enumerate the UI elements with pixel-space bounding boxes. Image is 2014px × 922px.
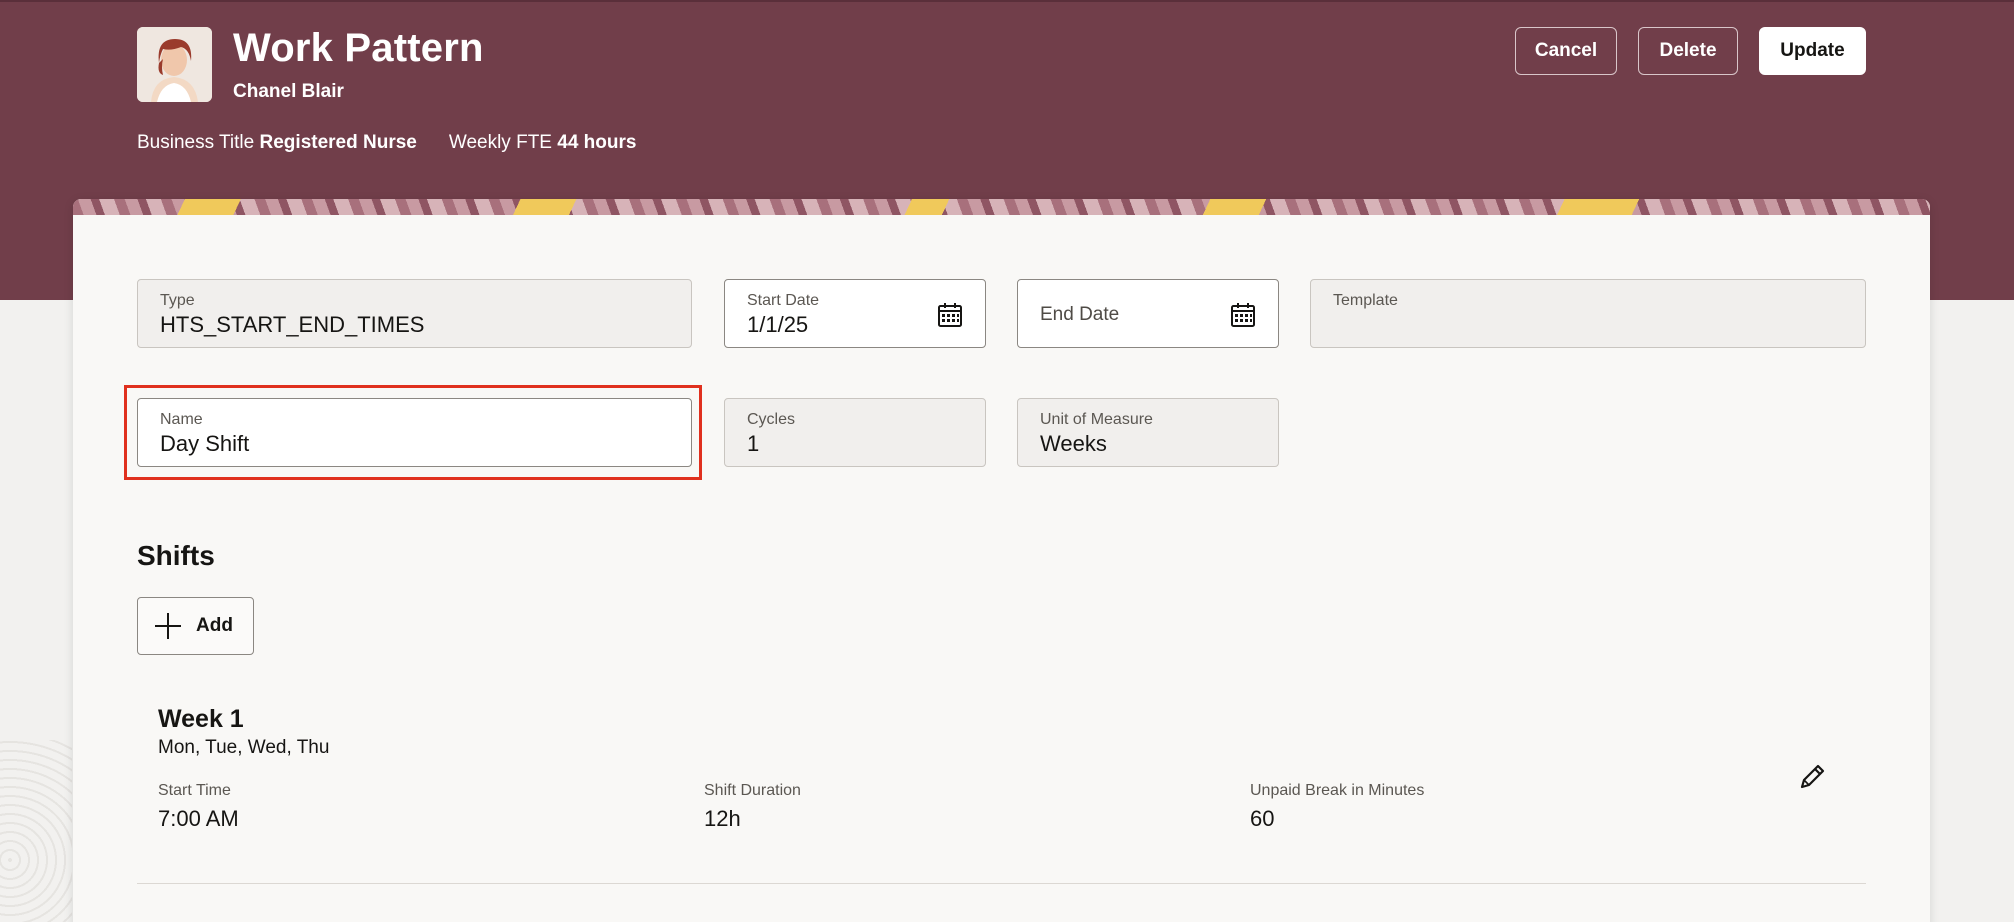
type-label: Type (160, 292, 195, 309)
person-meta: Business Title Registered Nurse Weekly F… (137, 132, 636, 154)
name-value[interactable]: Day Shift (160, 431, 249, 457)
background-decoration (0, 740, 72, 922)
business-title: Business Title Registered Nurse (137, 132, 417, 154)
section-divider (137, 883, 1866, 884)
cycles-label: Cycles (747, 411, 796, 428)
unit-of-measure-value: Weeks (1040, 431, 1107, 456)
delete-button[interactable]: Delete (1638, 27, 1738, 75)
end-date-field[interactable]: End Date (1017, 279, 1279, 348)
weekly-fte-value: 44 hours (557, 132, 637, 153)
page-title: Work Pattern (233, 26, 484, 70)
week-days: Mon, Tue, Wed, Thu (158, 737, 330, 758)
unpaid-break: Unpaid Break in Minutes 60 (1250, 782, 1424, 832)
avatar (137, 27, 212, 102)
business-title-label: Business Title (137, 132, 255, 153)
card-banner (73, 199, 1930, 215)
add-shift-button[interactable]: Add (137, 597, 254, 655)
cycles-field: Cycles 1 (724, 398, 986, 467)
start-time-label: Start Time (158, 782, 231, 799)
avatar-portrait-icon (137, 27, 212, 102)
add-label: Add (196, 615, 233, 636)
person-name: Chanel Blair (233, 81, 344, 102)
week-title: Week 1 (158, 705, 244, 733)
business-title-value: Registered Nurse (259, 132, 417, 153)
unpaid-break-label: Unpaid Break in Minutes (1250, 782, 1425, 799)
calendar-icon[interactable] (937, 302, 963, 328)
cancel-button[interactable]: Cancel (1515, 27, 1617, 75)
template-label: Template (1333, 292, 1398, 309)
unit-of-measure-label: Unit of Measure (1040, 411, 1153, 428)
shifts-title: Shifts (137, 540, 215, 571)
calendar-icon[interactable] (1230, 302, 1256, 328)
weekly-fte-label: Weekly FTE (448, 132, 552, 153)
top-border (0, 0, 2014, 2)
start-time: Start Time 7:00 AM (158, 782, 239, 832)
start-date-field[interactable]: Start Date 1/1/25 (724, 279, 986, 348)
update-button[interactable]: Update (1759, 27, 1866, 75)
shift-duration-label: Shift Duration (704, 782, 801, 799)
name-field[interactable]: Name Day Shift (137, 398, 692, 467)
weekly-fte: Weekly FTE 44 hours (449, 132, 637, 154)
unit-of-measure-field: Unit of Measure Weeks (1017, 398, 1279, 467)
name-label: Name (160, 411, 203, 428)
shift-duration-value: 12h (704, 806, 741, 831)
shift-duration: Shift Duration 12h (704, 782, 801, 832)
unpaid-break-value: 60 (1250, 806, 1275, 831)
start-date-label: Start Date (747, 292, 820, 309)
cycles-value: 1 (747, 431, 760, 456)
type-value: HTS_START_END_TIMES (160, 312, 425, 337)
type-field: Type HTS_START_END_TIMES (137, 279, 692, 348)
plus-icon (154, 612, 182, 640)
edit-pencil-icon[interactable] (1797, 760, 1829, 792)
template-field: Template (1310, 279, 1866, 348)
start-date-value[interactable]: 1/1/25 (747, 312, 808, 338)
start-time-value: 7:00 AM (158, 806, 239, 831)
end-date-label: End Date (1040, 304, 1120, 325)
